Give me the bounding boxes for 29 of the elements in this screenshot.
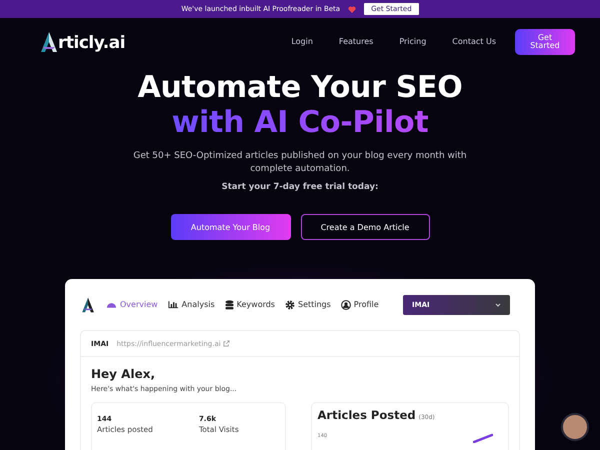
dashboard-tab[interactable]: Keywords [224, 300, 275, 310]
nav-link[interactable]: Pricing [399, 37, 426, 46]
hero-subtitle: Get 50+ SEO-Optimized articles published on your blog every month with complete automation. [132, 150, 468, 176]
heart-icon [348, 6, 356, 12]
chart-title: Articles Posted [318, 408, 416, 422]
nav-link[interactable]: Features [338, 37, 374, 46]
chevron-down-icon [495, 302, 501, 306]
dashboard-tab[interactable]: Profile [340, 300, 379, 310]
external-link-icon [222, 340, 230, 347]
database-icon [224, 300, 234, 310]
dashboard-tab[interactable]: Analysis [168, 300, 215, 309]
automate-button[interactable]: Automate Your Blog [170, 214, 290, 240]
gear-icon [284, 300, 295, 310]
logo-icon [40, 30, 58, 52]
trial-text: Start your 7-day free trial today: [222, 182, 378, 192]
get-started-button[interactable]: Get Started [515, 28, 575, 54]
avatar[interactable] [561, 413, 589, 441]
person-circle-icon [340, 300, 351, 310]
chart-line [473, 433, 493, 443]
nav-link[interactable]: Login [291, 37, 313, 46]
nav-link[interactable]: Contact Us [452, 37, 496, 46]
logo-icon [80, 296, 96, 312]
hero-title: Automate Your SEO [138, 70, 462, 105]
bar-chart-icon [168, 300, 179, 309]
dashboard-tab[interactable]: Overview [106, 300, 158, 309]
logo-text: rticly.ai [58, 32, 126, 52]
demo-button[interactable]: Create a Demo Article [300, 214, 430, 240]
greeting: Hey Alex, [91, 367, 156, 381]
dashboard-tab[interactable]: Settings [284, 300, 331, 310]
